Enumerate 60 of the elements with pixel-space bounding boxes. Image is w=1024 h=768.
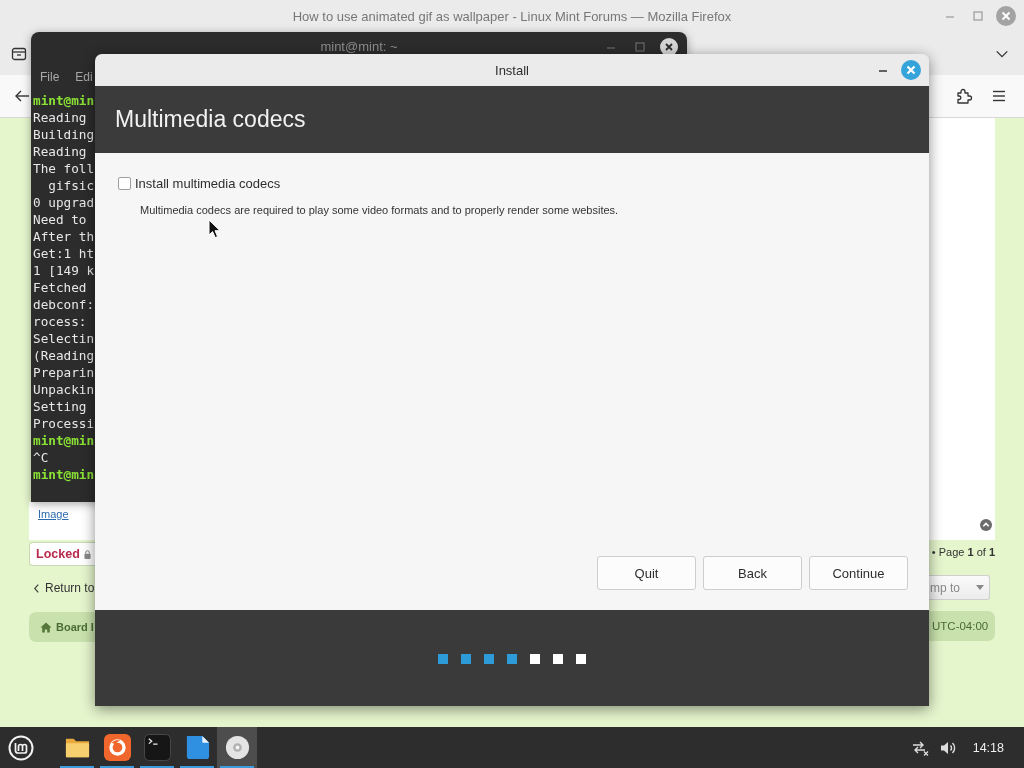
network-icon[interactable] <box>910 739 929 756</box>
close-icon[interactable] <box>660 37 678 56</box>
terminal-line: Unpackin <box>33 381 95 398</box>
chevron-left-icon <box>33 582 40 594</box>
terminal-line: The foll <box>33 160 95 177</box>
disc-icon <box>223 734 251 761</box>
menu-item[interactable]: Edi <box>75 69 93 84</box>
window-title: How to use animated gif as wallpaper - Linux Mint Forums — Mozilla Firefox <box>292 8 732 24</box>
return-link[interactable]: Return to <box>29 578 95 598</box>
puzzle-piece-icon[interactable] <box>955 87 973 105</box>
clock-text[interactable]: 14:18 <box>972 740 1004 755</box>
home-icon <box>40 621 52 633</box>
terminal-line: Setting <box>33 398 87 415</box>
terminal-line: Processi <box>33 415 95 432</box>
terminal-line: Reading <box>33 109 87 126</box>
dialog-button[interactable]: Quit <box>597 556 696 590</box>
terminal-line: 1 [149 k <box>33 262 95 279</box>
browser-icon <box>103 734 131 761</box>
pagination-text: • Page 1 of 1 <box>931 545 995 560</box>
terminal-line: debconf: <box>33 296 95 313</box>
terminal-prompt: mint@min <box>33 432 95 449</box>
checkbox-label[interactable]: Install multimedia codecs <box>135 175 281 191</box>
checkbox[interactable] <box>118 176 131 190</box>
terminal-line: Reading <box>33 143 87 160</box>
lock-icon <box>83 549 91 559</box>
terminal-line: 0 upgrad <box>33 194 95 211</box>
timezone-text: UTC-04:00 <box>932 620 989 632</box>
window-title: mint@mint: ~ <box>320 39 398 54</box>
terminal-line: Preparin <box>33 364 95 381</box>
window-title: Install <box>495 62 529 78</box>
tray-icon[interactable] <box>11 45 27 62</box>
terminal-line: gifsic <box>47 177 95 194</box>
terminal-line: After th <box>33 228 95 245</box>
menu-item[interactable]: File <box>40 69 60 84</box>
taskbar-app-button[interactable] <box>217 727 257 768</box>
locked-button[interactable]: Locked <box>29 542 95 566</box>
terminal-line: Fetched <box>33 279 87 296</box>
speaker-icon[interactable] <box>938 739 957 756</box>
terminal-line: Building <box>33 126 95 143</box>
page-heading: Multimedia codecs <box>115 106 306 133</box>
terminal-line: Get:1 ht <box>33 245 95 262</box>
caret-icon <box>976 585 984 590</box>
dialog-button[interactable]: Continue <box>809 556 908 590</box>
terminal-icon <box>143 734 171 761</box>
terminal-prompt: mint@min <box>33 92 95 109</box>
chevron-up-circle-icon[interactable] <box>980 519 992 531</box>
dialog-button[interactable]: Back <box>703 556 802 590</box>
mouse-pointer-icon <box>208 219 221 239</box>
terminal-line: rocess: <box>33 313 87 330</box>
terminal-line: (Reading <box>33 347 95 364</box>
terminal-line: Selectin <box>33 330 95 347</box>
back-arrow-icon[interactable] <box>14 88 30 104</box>
option-description: Multimedia codecs are required to play some video formats and to properly render some websites. <box>140 203 619 217</box>
image-link[interactable]: Image <box>38 508 69 520</box>
breadcrumb-link[interactable]: Board I <box>56 621 94 633</box>
terminal-line: ^C <box>33 449 49 466</box>
menu-icon[interactable] <box>991 88 1007 104</box>
terminal-line: Need to <box>33 211 87 228</box>
round-logo-icon <box>8 734 34 761</box>
terminal-prompt: mint@min <box>33 466 95 483</box>
